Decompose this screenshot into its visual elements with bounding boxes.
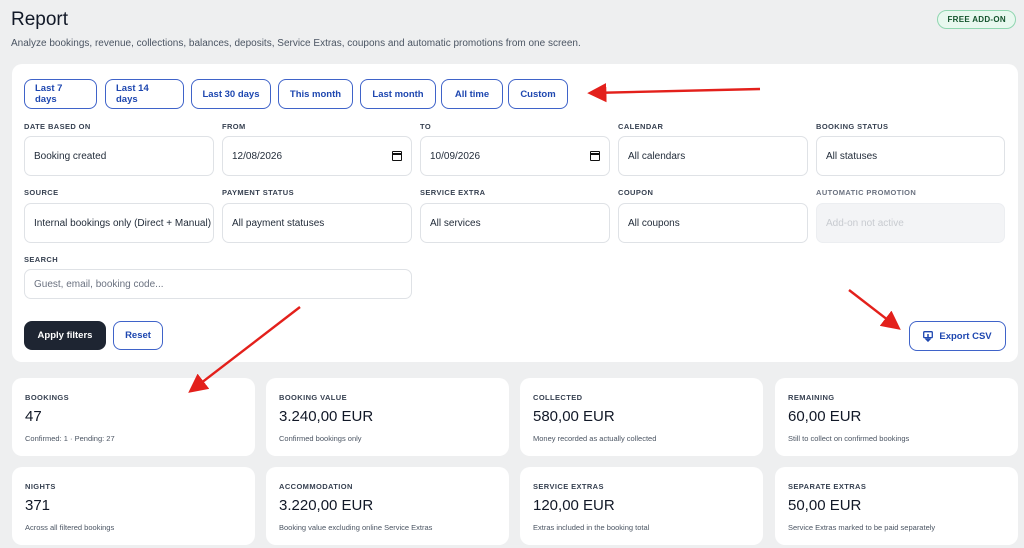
- source-value: Internal bookings only (Direct + Manual): [34, 217, 212, 229]
- download-icon: [923, 330, 934, 342]
- calendar-value: All calendars: [628, 150, 686, 162]
- booking-status-value: All statuses: [826, 150, 878, 162]
- filter-panel: Last 7 days Last 14 days Last 30 days Th…: [12, 64, 1018, 362]
- source-select[interactable]: Internal bookings only (Direct + Manual): [24, 203, 214, 243]
- export-csv-label: Export CSV: [939, 330, 992, 342]
- stat-value: 3.220,00 EUR: [279, 497, 374, 514]
- stat-card-collected: COLLECTED 580,00 EUR Money recorded as a…: [520, 378, 763, 456]
- stat-subtext: Still to collect on confirmed bookings: [788, 434, 910, 443]
- from-date-value: 12/08/2026: [232, 150, 283, 162]
- coupon-select[interactable]: All coupons: [618, 203, 808, 243]
- coupon-label: COUPON: [618, 188, 654, 197]
- stat-subtext: Across all filtered bookings: [25, 523, 115, 532]
- automatic-promotion-label: AUTOMATIC PROMOTION: [816, 188, 917, 197]
- to-date-value: 10/09/2026: [430, 150, 481, 162]
- stat-label: BOOKING VALUE: [279, 393, 347, 402]
- stat-value: 47: [25, 408, 42, 425]
- stat-label: NIGHTS: [25, 482, 56, 491]
- source-label: SOURCE: [24, 188, 59, 197]
- stat-label: COLLECTED: [533, 393, 583, 402]
- stat-value: 371: [25, 497, 51, 514]
- reset-button[interactable]: Reset: [113, 321, 163, 350]
- payment-status-value: All payment statuses: [232, 217, 325, 229]
- range-last-7-days-button[interactable]: Last 7 days: [24, 79, 97, 109]
- calendar-icon[interactable]: [590, 151, 600, 161]
- range-this-month-button[interactable]: This month: [278, 79, 353, 109]
- stat-subtext: Booking value excluding online Service E…: [279, 523, 433, 532]
- payment-status-select[interactable]: All payment statuses: [222, 203, 412, 243]
- coupon-value: All coupons: [628, 217, 680, 229]
- payment-status-label: PAYMENT STATUS: [222, 188, 294, 197]
- page-title: Report: [11, 9, 69, 30]
- search-input[interactable]: Guest, email, booking code...: [24, 269, 412, 299]
- stat-label: BOOKINGS: [25, 393, 70, 402]
- date-based-on-label: DATE BASED ON: [24, 122, 91, 131]
- page-subtitle: Analyze bookings, revenue, collections, …: [11, 38, 581, 49]
- booking-status-select[interactable]: All statuses: [816, 136, 1005, 176]
- stat-subtext: Extras included in the booking total: [533, 523, 650, 532]
- stat-card-nights: NIGHTS 371 Across all filtered bookings: [12, 467, 255, 545]
- automatic-promotion-select: Add-on not active: [816, 203, 1005, 243]
- stat-card-accommodation: ACCOMMODATION 3.220,00 EUR Booking value…: [266, 467, 509, 545]
- stat-subtext: Confirmed bookings only: [279, 434, 362, 443]
- stat-subtext: Money recorded as actually collected: [533, 434, 657, 443]
- to-label: TO: [420, 122, 432, 131]
- date-based-on-select[interactable]: Booking created: [24, 136, 214, 176]
- free-addon-badge: FREE ADD-ON: [937, 10, 1016, 29]
- calendar-label: CALENDAR: [618, 122, 664, 131]
- stat-card-remaining: REMAINING 60,00 EUR Still to collect on …: [775, 378, 1018, 456]
- stat-value: 50,00 EUR: [788, 497, 862, 514]
- stat-card-bookings: BOOKINGS 47 Confirmed: 1 · Pending: 27: [12, 378, 255, 456]
- stat-card-booking-value: BOOKING VALUE 3.240,00 EUR Confirmed boo…: [266, 378, 509, 456]
- stat-card-service-extras: SERVICE EXTRAS 120,00 EUR Extras include…: [520, 467, 763, 545]
- range-last-30-days-button[interactable]: Last 30 days: [191, 79, 271, 109]
- stat-label: REMAINING: [788, 393, 835, 402]
- range-last-month-button[interactable]: Last month: [360, 79, 436, 109]
- stat-value: 120,00 EUR: [533, 497, 615, 514]
- range-all-time-button[interactable]: All time: [441, 79, 503, 109]
- stat-label: ACCOMMODATION: [279, 482, 353, 491]
- automatic-promotion-value: Add-on not active: [826, 217, 904, 229]
- stat-card-separate-extras: SEPARATE EXTRAS 50,00 EUR Service Extras…: [775, 467, 1018, 545]
- stat-value: 3.240,00 EUR: [279, 408, 374, 425]
- booking-status-label: BOOKING STATUS: [816, 122, 889, 131]
- stat-label: SEPARATE EXTRAS: [788, 482, 867, 491]
- search-placeholder: Guest, email, booking code...: [34, 278, 164, 290]
- stat-value: 580,00 EUR: [533, 408, 615, 425]
- stat-value: 60,00 EUR: [788, 408, 862, 425]
- service-extra-select[interactable]: All services: [420, 203, 610, 243]
- service-extra-label: SERVICE EXTRA: [420, 188, 486, 197]
- search-label: SEARCH: [24, 255, 59, 264]
- stat-subtext: Service Extras marked to be paid separat…: [788, 523, 936, 532]
- from-label: FROM: [222, 122, 246, 131]
- stat-label: SERVICE EXTRAS: [533, 482, 604, 491]
- range-last-14-days-button[interactable]: Last 14 days: [105, 79, 184, 109]
- export-csv-button[interactable]: Export CSV: [909, 321, 1006, 351]
- service-extra-value: All services: [430, 217, 481, 229]
- stat-subtext: Confirmed: 1 · Pending: 27: [25, 434, 115, 443]
- calendar-icon[interactable]: [392, 151, 402, 161]
- range-custom-button[interactable]: Custom: [508, 79, 568, 109]
- date-based-on-value: Booking created: [34, 150, 107, 162]
- to-date-input[interactable]: 10/09/2026: [420, 136, 610, 176]
- calendar-select[interactable]: All calendars: [618, 136, 808, 176]
- from-date-input[interactable]: 12/08/2026: [222, 136, 412, 176]
- apply-filters-button[interactable]: Apply filters: [24, 321, 106, 350]
